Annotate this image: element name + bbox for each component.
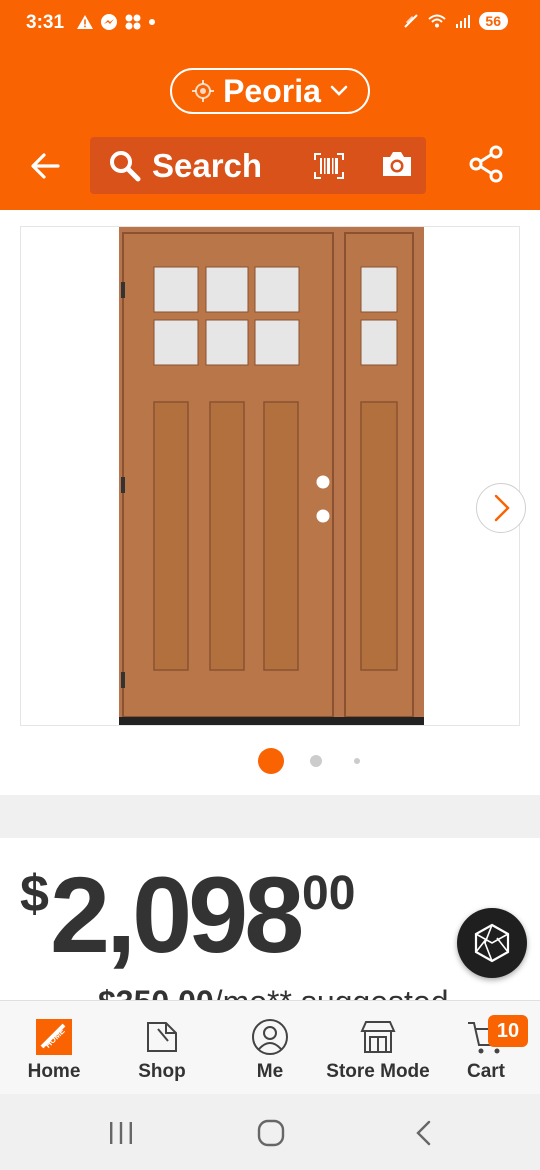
carousel-dots [0, 745, 540, 775]
product-image[interactable] [20, 226, 526, 726]
price-cents: 00 [302, 867, 356, 920]
person-icon [252, 1019, 288, 1055]
system-nav-bar [0, 1094, 540, 1170]
nav-cart[interactable]: 10 Cart [432, 1001, 540, 1095]
cart-count-badge: 10 [488, 1015, 528, 1047]
warning-icon [77, 15, 93, 29]
shop-icon [147, 1022, 177, 1052]
carousel-dot-active[interactable] [258, 748, 284, 774]
share-icon[interactable] [467, 144, 505, 184]
back-arrow-icon[interactable] [26, 146, 66, 186]
nav-me[interactable]: Me [216, 1001, 324, 1095]
barcode-scan-icon[interactable] [314, 153, 344, 179]
wifi-icon [428, 14, 447, 28]
nav-label: Cart [466, 1061, 505, 1082]
search-placeholder: Search [152, 147, 263, 184]
recents-icon[interactable] [106, 1120, 136, 1146]
location-target-icon [192, 80, 215, 102]
apps-icon [125, 14, 141, 30]
nav-label: Shop [138, 1061, 186, 1082]
chevron-right-icon [494, 494, 510, 522]
messenger-icon [101, 14, 117, 30]
camera-icon[interactable] [380, 149, 414, 179]
mute-icon [404, 14, 419, 28]
price-dollars: 2,098 [50, 854, 304, 975]
back-chevron-icon[interactable] [410, 1118, 438, 1148]
ar-view-button[interactable] [457, 908, 527, 978]
nav-shop[interactable]: Shop [108, 1001, 216, 1095]
storefront-icon [360, 1021, 396, 1053]
ar-cube-icon [474, 923, 510, 963]
nav-label: Store Mode [326, 1061, 430, 1082]
notification-icons [76, 13, 156, 31]
price-currency: $ [20, 865, 49, 923]
nav-label: Home [27, 1061, 81, 1082]
system-icons: 56 [403, 12, 508, 30]
carousel-dot[interactable] [310, 755, 322, 767]
next-image-button[interactable] [476, 483, 526, 533]
status-time: 3:31 [26, 12, 65, 33]
home-depot-logo-icon: HOME [36, 1019, 72, 1055]
status-bar: 3:31 56 [0, 0, 540, 46]
bottom-nav: HOME Home Shop Me Store Mode 10 Cart [0, 1000, 540, 1094]
store-name: Peoria [223, 72, 321, 109]
app-header: Peoria Search [0, 46, 540, 210]
home-circle-icon[interactable] [256, 1118, 286, 1148]
signal-icon [456, 15, 471, 28]
carousel-dot[interactable] [354, 758, 360, 764]
dot-icon [149, 19, 155, 25]
nav-home[interactable]: HOME Home [0, 1001, 108, 1095]
product-gallery [0, 210, 540, 795]
search-bar[interactable]: Search [90, 137, 426, 194]
search-icon [110, 151, 141, 182]
chevron-down-icon [330, 85, 348, 96]
store-selector[interactable]: Peoria [170, 68, 370, 114]
door-image [119, 227, 424, 725]
nav-store-mode[interactable]: Store Mode [324, 1001, 432, 1095]
nav-label: Me [256, 1061, 284, 1082]
battery-indicator: 56 [479, 12, 508, 30]
